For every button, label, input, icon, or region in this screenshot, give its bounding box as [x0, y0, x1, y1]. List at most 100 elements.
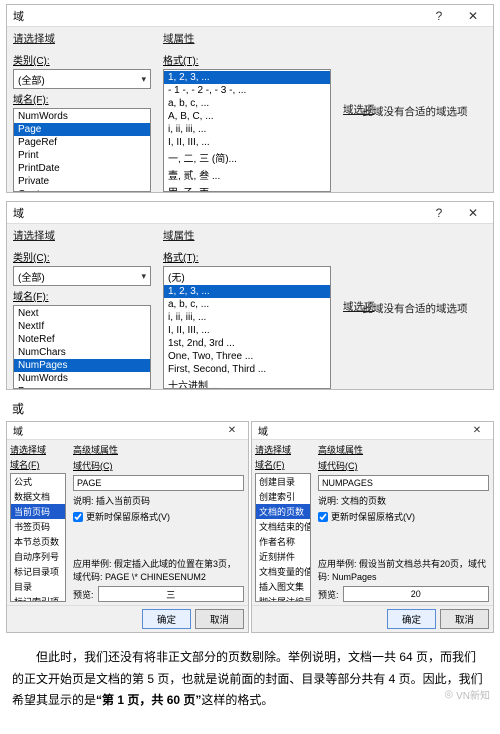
para-bold: “第 1 页，共 60 页” — [96, 693, 201, 707]
list-item[interactable]: a, b, c, ... — [164, 97, 330, 110]
category-combo[interactable]: (全部) ▾ — [13, 69, 151, 89]
list-item[interactable]: Page — [14, 385, 150, 389]
list-item[interactable]: 当前页码 — [11, 504, 65, 519]
chevron-down-icon: ▾ — [141, 74, 146, 85]
list-item[interactable]: NumWords — [14, 372, 150, 385]
ok-button[interactable]: 确定 — [387, 609, 436, 629]
preserve-format-checkbox[interactable]: 更新时保留原格式(V) — [318, 510, 489, 523]
no-options-text: 此域没有合适的域选项 — [363, 104, 468, 119]
list-item[interactable]: A, B, C, ... — [164, 110, 330, 123]
select-field-header: 请选择域 — [13, 228, 151, 243]
fieldname-listbox[interactable]: 创建目录创建索引文档的页数文档结束的值作者名称近刻拼件文档变量的值插入图文集脚注… — [255, 473, 311, 602]
preserve-format-check[interactable] — [73, 512, 83, 522]
list-item[interactable]: i, ii, iii, ... — [164, 311, 330, 324]
list-item[interactable]: NumWords — [14, 110, 150, 123]
category-combo-value: (全部) — [18, 269, 45, 284]
format-listbox[interactable]: (无)1, 2, 3, ...a, b, c, ...i, ii, iii, .… — [163, 266, 331, 389]
list-item[interactable]: One, Two, Three ... — [164, 350, 330, 363]
list-item[interactable]: NextIf — [14, 320, 150, 333]
watermark: ◎ VN新知 — [444, 687, 490, 702]
preserve-format-check[interactable] — [318, 512, 328, 522]
list-item[interactable]: 创建目录 — [256, 474, 310, 489]
list-item[interactable]: 1, 2, 3, ... — [164, 71, 330, 84]
list-item[interactable]: 脚注尾注编号 — [256, 594, 310, 602]
list-item[interactable]: Print — [14, 149, 150, 162]
list-item[interactable]: First, Second, Third ... — [164, 363, 330, 376]
close-button[interactable]: ✕ — [459, 202, 487, 224]
list-item[interactable]: PrintDate — [14, 162, 150, 175]
list-item[interactable]: 创建索引 — [256, 489, 310, 504]
list-item[interactable]: NumPages — [14, 359, 150, 372]
list-item[interactable]: Page — [14, 123, 150, 136]
list-item[interactable]: 一, 二, 三 (简)... — [164, 149, 330, 166]
list-item[interactable]: 文档结束的值 — [256, 519, 310, 534]
list-item[interactable]: 甲, 乙, 丙 ... — [164, 183, 330, 192]
list-item[interactable]: Quote — [14, 188, 150, 192]
dialog-title: 域 — [13, 8, 419, 24]
watermark-text: VN新知 — [456, 687, 490, 702]
list-item[interactable]: - 1 -, - 2 -, - 3 -, ... — [164, 84, 330, 97]
fieldname-label: 域名(F) — [10, 458, 66, 471]
fieldname-listbox[interactable]: 公式数据文档当前页码书签页码本节总页数自动序列号标记目录项目录标记索引项索引创建… — [10, 473, 66, 602]
adv-props-header: 高级域属性 — [73, 443, 244, 456]
list-item[interactable]: I, II, III, ... — [164, 136, 330, 149]
help-button[interactable]: ? — [425, 202, 453, 224]
list-item[interactable]: Next — [14, 307, 150, 320]
list-item[interactable]: 近刻拼件 — [256, 549, 310, 564]
close-button[interactable]: ✕ — [222, 422, 242, 440]
field-opts-header: 域选项 — [343, 299, 375, 314]
cancel-button[interactable]: 取消 — [195, 609, 244, 629]
list-item[interactable]: Private — [14, 175, 150, 188]
list-item[interactable]: 书签页码 — [11, 519, 65, 534]
ok-button[interactable]: 确定 — [142, 609, 191, 629]
fieldname-listbox[interactable]: NumWordsPagePageRefPrintPrintDatePrivate… — [13, 108, 151, 192]
apply-example-text: 应用举例: 假定插入此域的位置在第3页，域代码: PAGE \* CHINESE… — [73, 557, 244, 583]
list-item[interactable]: 1st, 2nd, 3rd ... — [164, 337, 330, 350]
cancel-button[interactable]: 取消 — [440, 609, 489, 629]
fieldcode-input[interactable]: PAGE — [73, 475, 244, 491]
list-item[interactable]: i, ii, iii, ... — [164, 123, 330, 136]
fieldname-label: 域名(F): — [13, 91, 151, 106]
preserve-format-checkbox[interactable]: 更新时保留原格式(V) — [73, 510, 244, 523]
list-item[interactable]: 1, 2, 3, ... — [164, 285, 330, 298]
list-item[interactable]: NoteRef — [14, 333, 150, 346]
list-item[interactable]: 本节总页数 — [11, 534, 65, 549]
list-item[interactable]: PageRef — [14, 136, 150, 149]
field-dialog-page: 域 ? ✕ 请选择域 类别(C): (全部) ▾ 域名(F): NumWords… — [6, 4, 494, 193]
advanced-field-dialog-page: 域 ✕ 请选择域 域名(F) 公式数据文档当前页码书签页码本节总页数自动序列号标… — [6, 421, 249, 633]
list-item[interactable]: 公式 — [11, 474, 65, 489]
category-label: 类别(C): — [13, 249, 151, 264]
list-item[interactable]: (无) — [164, 268, 330, 285]
no-options-text: 此域没有合适的域选项 — [363, 301, 468, 316]
list-item[interactable]: 壹, 贰, 叁 ... — [164, 166, 330, 183]
body-paragraph: 但此时，我们还没有将非正文部分的页数剔除。举例说明，文档一共 64 页，而我们的… — [12, 647, 488, 712]
field-props-header: 域属性 — [163, 228, 331, 243]
list-item[interactable]: 作者名称 — [256, 534, 310, 549]
format-label: 格式(T): — [163, 52, 331, 67]
fieldcode-desc: 说明: 文档的页数 — [318, 494, 489, 507]
fieldname-label: 域名(F): — [13, 288, 151, 303]
fieldname-listbox[interactable]: NextNextIfNoteRefNumCharsNumPagesNumWord… — [13, 305, 151, 389]
list-item[interactable]: 插入图文集 — [256, 579, 310, 594]
close-button[interactable]: ✕ — [459, 5, 487, 27]
list-item[interactable]: 文档变量的值 — [256, 564, 310, 579]
list-item[interactable]: 标记目录项 — [11, 564, 65, 579]
list-item[interactable]: 数据文档 — [11, 489, 65, 504]
list-item[interactable]: 自动序列号 — [11, 549, 65, 564]
list-item[interactable]: 标记索引项 — [11, 594, 65, 602]
list-item[interactable]: 目录 — [11, 579, 65, 594]
format-label: 格式(T): — [163, 249, 331, 264]
list-item[interactable]: I, II, III, ... — [164, 324, 330, 337]
list-item[interactable]: 十六进制 ... — [164, 376, 330, 389]
preserve-format-label: 更新时保留原格式(V) — [86, 510, 170, 523]
close-button[interactable]: ✕ — [467, 422, 487, 440]
list-item[interactable]: a, b, c, ... — [164, 298, 330, 311]
select-field-header: 请选择域 — [13, 31, 151, 46]
list-item[interactable]: 文档的页数 — [256, 504, 310, 519]
help-button[interactable]: ? — [425, 5, 453, 27]
list-item[interactable]: NumChars — [14, 346, 150, 359]
fieldcode-input[interactable]: NUMPAGES — [318, 475, 489, 491]
field-dialog-numpages: 域 ? ✕ 请选择域 类别(C): (全部) ▾ 域名(F): NextNext… — [6, 201, 494, 390]
format-listbox[interactable]: 1, 2, 3, ...- 1 -, - 2 -, - 3 -, ...a, b… — [163, 69, 331, 192]
category-combo[interactable]: (全部) ▾ — [13, 266, 151, 286]
